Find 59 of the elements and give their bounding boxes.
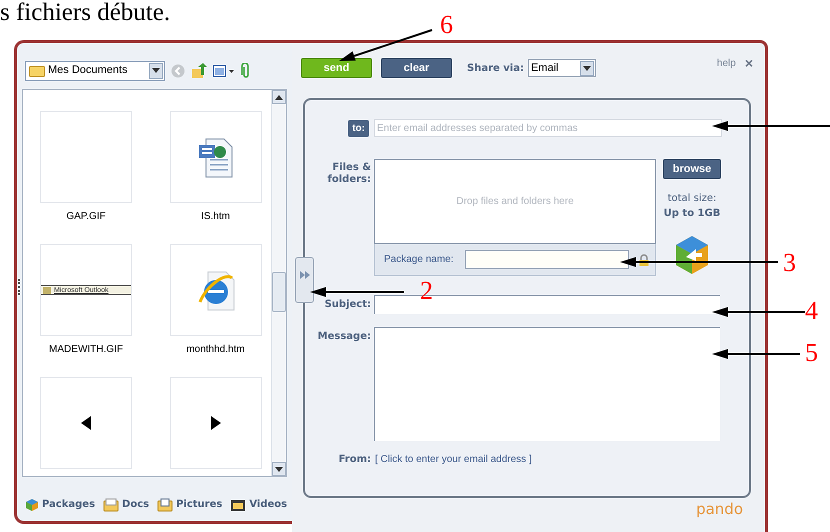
- cube-icon: [25, 498, 39, 512]
- folder-icon: [103, 498, 120, 512]
- up-folder-icon[interactable]: [191, 62, 207, 78]
- share-via-select[interactable]: Email: [528, 59, 596, 77]
- from-label: From:: [338, 453, 371, 467]
- to-label: to:: [348, 120, 369, 136]
- right-triangle-icon[interactable]: [210, 416, 220, 430]
- cube-logo-icon: [674, 235, 710, 275]
- category-tab[interactable]: Videos: [230, 497, 288, 512]
- double-arrow-icon[interactable]: [300, 271, 310, 279]
- document-text: s fichiers débute.: [0, 0, 170, 28]
- drag-handle-icon[interactable]: [18, 279, 20, 295]
- clear-button[interactable]: clear: [381, 58, 452, 78]
- scroll-down-icon[interactable]: [272, 462, 286, 476]
- subject-label: Subject:: [324, 298, 371, 312]
- location-dropdown[interactable]: Mes Documents: [25, 60, 165, 80]
- scrollbar[interactable]: [271, 90, 286, 476]
- share-via-label: Share via:: [467, 62, 524, 76]
- package-name-field[interactable]: [464, 250, 628, 269]
- files-label: Files & folders:: [326, 162, 371, 186]
- callout-number: 2: [420, 278, 433, 304]
- film-icon: [230, 498, 246, 512]
- paperclip-icon[interactable]: [241, 62, 251, 78]
- category-tab[interactable]: Packages: [25, 497, 96, 512]
- file-thumbnail[interactable]: [170, 111, 262, 203]
- left-triangle-icon[interactable]: [81, 416, 91, 430]
- scroll-thumb[interactable]: [272, 272, 286, 312]
- file-name: monthhd.htm: [186, 343, 245, 356]
- from-email-link[interactable]: [ Click to enter your email address ]: [375, 452, 532, 467]
- callout-number: 3: [783, 250, 796, 276]
- folder-icon: [29, 64, 45, 76]
- callout-number: 5: [805, 340, 818, 366]
- package-name-label: Package name:: [384, 253, 454, 267]
- help-link[interactable]: help: [716, 56, 736, 70]
- message-field[interactable]: [374, 327, 720, 441]
- file-name: GAP.GIF: [66, 210, 106, 223]
- file-thumbnail[interactable]: [40, 111, 132, 203]
- lock-icon[interactable]: [638, 254, 648, 266]
- browse-button[interactable]: browse: [663, 159, 721, 179]
- category-tab[interactable]: Docs: [103, 497, 150, 512]
- total-size-label: total size:: [668, 192, 716, 206]
- total-size-value: Up to 1GB: [664, 207, 720, 221]
- back-icon[interactable]: [171, 64, 185, 78]
- file-name: IS.htm: [201, 210, 230, 223]
- to-field[interactable]: Enter email addresses separated by commas: [374, 119, 722, 137]
- file-thumbnail[interactable]: [40, 377, 132, 469]
- callout-number: 4: [805, 298, 818, 324]
- brand-logo: pando: [696, 498, 743, 520]
- file-thumbnail[interactable]: [170, 244, 262, 336]
- file-name: MADEWITH.GIF: [49, 343, 123, 356]
- picture-folder-icon: [157, 498, 174, 512]
- file-thumbnail[interactable]: [170, 377, 262, 469]
- close-button[interactable]: ×: [744, 56, 753, 70]
- callout-number: 6: [440, 12, 453, 38]
- views-icon[interactable]: [213, 64, 235, 76]
- message-label: Message:: [316, 330, 371, 344]
- collapse-tab[interactable]: [295, 257, 314, 303]
- scroll-up-icon[interactable]: [272, 90, 286, 104]
- category-tab[interactable]: Pictures: [157, 497, 222, 512]
